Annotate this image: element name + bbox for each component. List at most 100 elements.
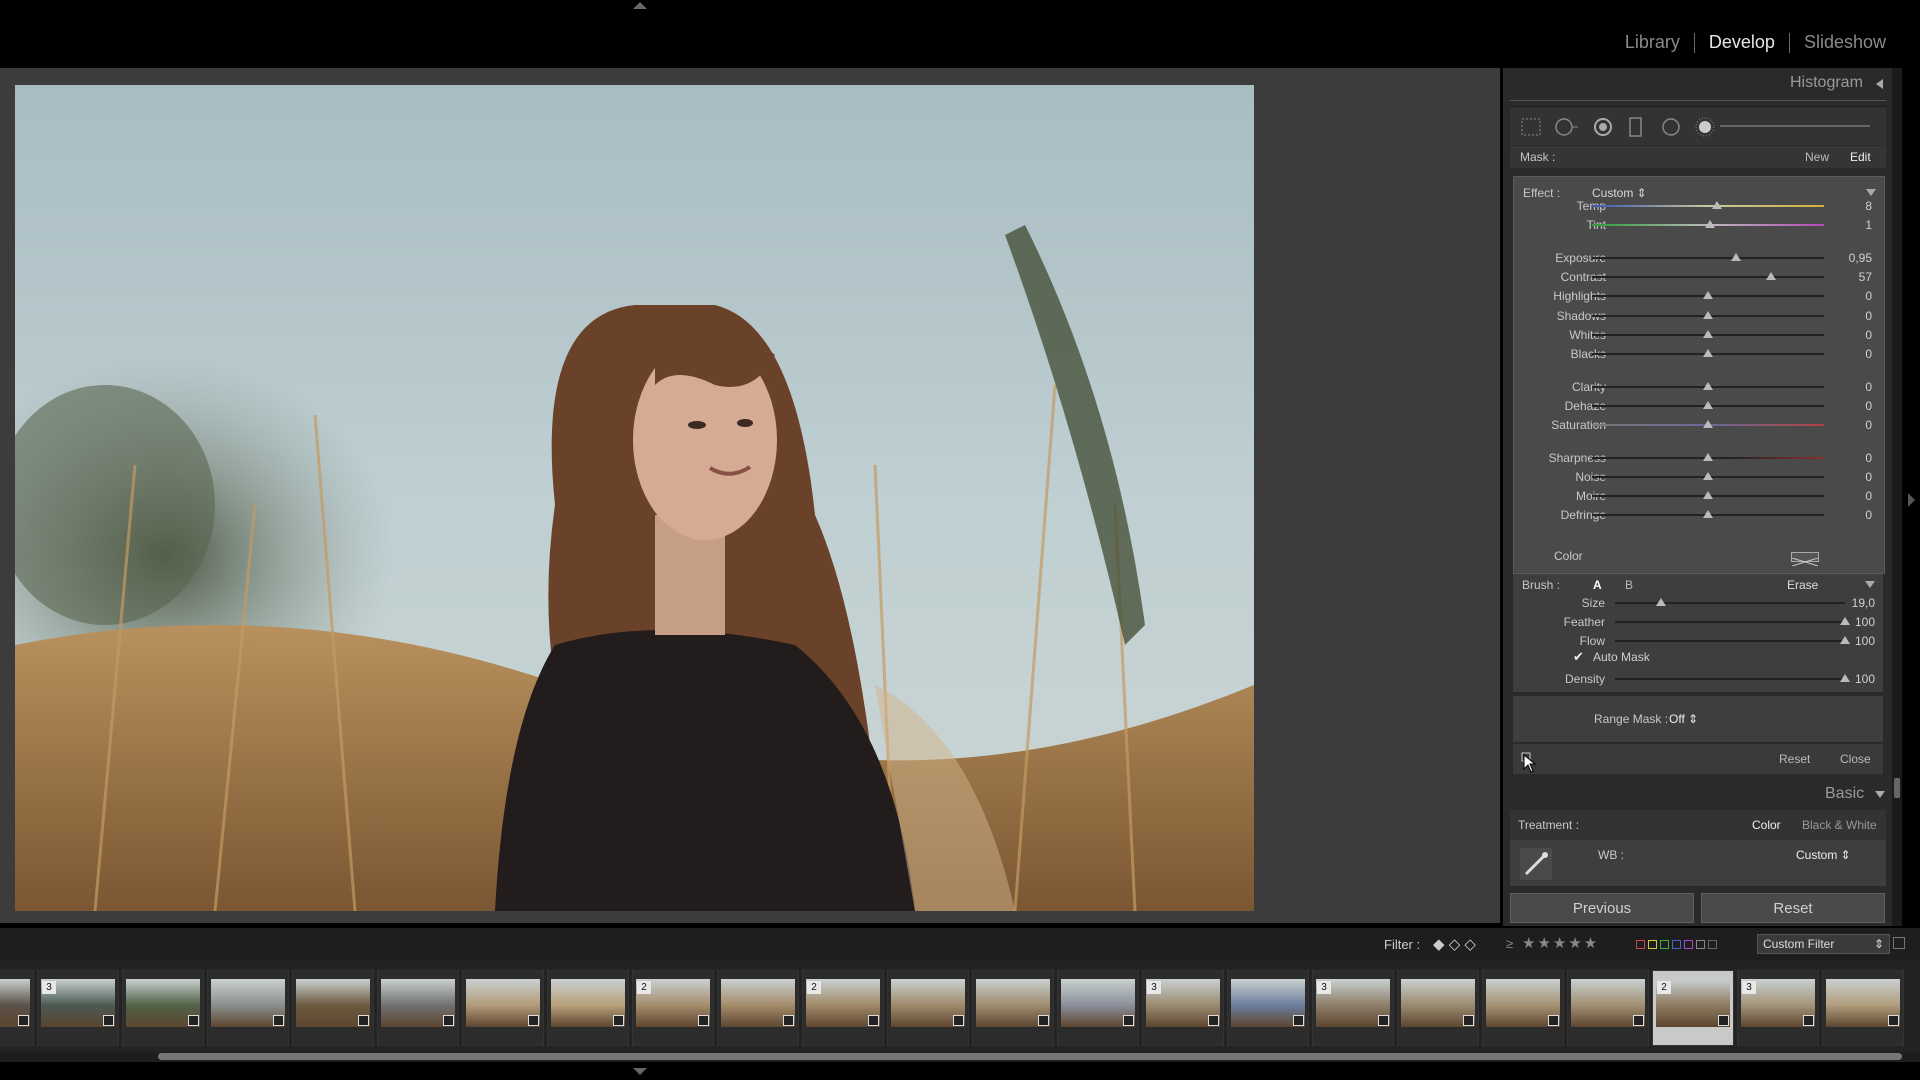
filmstrip-scrollbar-thumb[interactable] <box>158 1053 1902 1060</box>
stack-count-badge[interactable]: 3 <box>1742 981 1756 994</box>
effect-slider-thumb[interactable] <box>1712 201 1723 209</box>
basic-panel-header[interactable]: Basic <box>1510 780 1886 810</box>
mask-new-button[interactable]: New <box>1805 150 1829 164</box>
effect-slider-thumb[interactable] <box>1730 253 1741 261</box>
adjustment-brush-tool-icon[interactable] <box>1694 117 1716 137</box>
effect-slider-thumb[interactable] <box>1703 401 1713 409</box>
stack-count-badge[interactable]: 2 <box>1657 981 1671 994</box>
flag-filter-icons[interactable]: ◆ ◇ ◇ <box>1433 935 1476 953</box>
rating-operator[interactable]: ≥ <box>1506 936 1513 951</box>
reset-button[interactable]: Reset <box>1701 893 1885 923</box>
brush-panel-collapse-icon[interactable] <box>1865 581 1875 588</box>
effect-panel-collapse-icon[interactable] <box>1866 189 1876 196</box>
filmstrip-thumbnail[interactable] <box>1057 970 1139 1046</box>
effect-slider-track[interactable] <box>1592 205 1824 207</box>
photo[interactable] <box>15 85 1254 911</box>
eyedropper-icon[interactable] <box>1520 848 1552 880</box>
module-library[interactable]: Library <box>1611 32 1694 53</box>
spot-removal-tool-icon[interactable] <box>1554 117 1580 137</box>
star-rating-filter-icons[interactable]: ★★★★★ <box>1522 934 1599 952</box>
effect-slider-value[interactable]: 0 <box>1832 418 1872 432</box>
effect-slider-value[interactable]: 0 <box>1832 451 1872 465</box>
effect-slider-thumb[interactable] <box>1703 453 1713 461</box>
filmstrip-thumbnail[interactable] <box>1822 970 1904 1046</box>
histogram-collapse-icon[interactable] <box>1876 79 1883 89</box>
effect-slider-value[interactable]: 0 <box>1832 470 1872 484</box>
effect-slider-thumb[interactable] <box>1703 472 1713 480</box>
module-slideshow[interactable]: Slideshow <box>1790 32 1900 53</box>
effect-slider-thumb[interactable] <box>1703 510 1713 518</box>
stack-count-badge[interactable]: 3 <box>1317 981 1331 994</box>
filmstrip-thumbnail[interactable] <box>972 970 1054 1046</box>
filmstrip-thumbnail[interactable] <box>207 970 289 1046</box>
right-panel-toggle-icon[interactable] <box>1908 493 1915 507</box>
red-eye-tool-icon[interactable] <box>1592 117 1614 137</box>
effect-slider-value[interactable]: 0 <box>1832 508 1872 522</box>
brush-slider-track[interactable] <box>1615 621 1845 623</box>
basic-collapse-icon[interactable] <box>1875 791 1885 798</box>
stack-count-badge[interactable]: 3 <box>42 981 56 994</box>
filmstrip-thumbnail[interactable]: 3 <box>1312 970 1394 1046</box>
gray-label-icon[interactable] <box>1696 940 1705 949</box>
filmstrip-thumbnail[interactable] <box>1567 970 1649 1046</box>
mask-reset-button[interactable]: Reset <box>1779 752 1810 766</box>
bottom-panel-toggle-icon[interactable] <box>633 1068 647 1075</box>
effect-slider-thumb[interactable] <box>1703 420 1713 428</box>
filmstrip-thumbnail[interactable]: 3 <box>37 970 119 1046</box>
density-value[interactable]: 100 <box>1835 672 1875 686</box>
effect-slider-value[interactable]: 0 <box>1832 289 1872 303</box>
effect-slider-value[interactable]: 0 <box>1832 347 1872 361</box>
no-label-icon[interactable] <box>1708 940 1717 949</box>
module-develop[interactable]: Develop <box>1695 32 1789 53</box>
filter-lock-icon[interactable] <box>1893 937 1905 949</box>
filmstrip-thumbnail[interactable]: 3 <box>1142 970 1224 1046</box>
red-label-icon[interactable] <box>1636 940 1645 949</box>
brush-slider-track[interactable] <box>1615 602 1845 604</box>
crop-tool-icon[interactable] <box>1520 117 1542 137</box>
custom-filter-select[interactable]: Custom Filter ⇕ <box>1757 934 1890 954</box>
stack-count-badge[interactable]: 2 <box>807 981 821 994</box>
filmstrip-thumbnail[interactable] <box>122 970 204 1046</box>
filmstrip-thumbnail[interactable] <box>1482 970 1564 1046</box>
filmstrip-thumbnail[interactable]: 2 <box>802 970 884 1046</box>
color-label-filter[interactable] <box>1636 940 1717 949</box>
brush-slider-value[interactable]: 100 <box>1835 634 1875 648</box>
filmstrip-thumbnail[interactable] <box>1397 970 1479 1046</box>
brush-slider-value[interactable]: 100 <box>1835 615 1875 629</box>
effect-slider-thumb[interactable] <box>1703 291 1713 299</box>
yellow-label-icon[interactable] <box>1648 940 1657 949</box>
treatment-bw-button[interactable]: Black & White <box>1802 818 1877 832</box>
effect-slider-value[interactable]: 0 <box>1832 380 1872 394</box>
effect-slider-value[interactable]: 0,95 <box>1832 251 1872 265</box>
effect-slider-value[interactable]: 0 <box>1832 328 1872 342</box>
tool-overlay-slider[interactable] <box>1720 125 1870 127</box>
effect-preset-select[interactable]: Custom ⇕ <box>1592 186 1647 200</box>
effect-slider-value[interactable]: 0 <box>1832 309 1872 323</box>
effect-slider-thumb[interactable] <box>1703 311 1713 319</box>
effect-slider-thumb[interactable] <box>1703 491 1713 499</box>
effect-slider-value[interactable]: 57 <box>1832 270 1872 284</box>
mask-edit-button[interactable]: Edit <box>1850 150 1871 164</box>
brush-b-button[interactable]: B <box>1625 578 1633 592</box>
effect-slider-thumb[interactable] <box>1765 272 1776 280</box>
wb-select[interactable]: Custom ⇕ <box>1796 848 1851 862</box>
blue-label-icon[interactable] <box>1672 940 1681 949</box>
top-panel-toggle-icon[interactable] <box>633 2 647 9</box>
stack-count-badge[interactable]: 3 <box>1147 981 1161 994</box>
effect-slider-track[interactable] <box>1592 257 1824 259</box>
effect-slider-track[interactable] <box>1592 276 1824 278</box>
filmstrip-thumbnail[interactable]: 2 <box>1652 970 1734 1046</box>
brush-slider-value[interactable]: 19,0 <box>1835 596 1875 610</box>
filmstrip-thumbnail[interactable] <box>377 970 459 1046</box>
graduated-filter-tool-icon[interactable] <box>1628 117 1644 137</box>
green-label-icon[interactable] <box>1660 940 1669 949</box>
filmstrip-thumbnail[interactable]: 2 <box>632 970 714 1046</box>
filmstrip-thumbnail[interactable] <box>717 970 799 1046</box>
filmstrip-thumbnail[interactable] <box>0 970 34 1046</box>
effect-slider-thumb[interactable] <box>1703 349 1713 357</box>
range-mask-select[interactable]: Off ⇕ <box>1669 712 1698 726</box>
histogram-header[interactable]: Histogram <box>1790 74 1863 92</box>
brush-erase-button[interactable]: Erase <box>1787 578 1818 592</box>
filmstrip-thumbnail[interactable] <box>292 970 374 1046</box>
effect-slider-value[interactable]: 0 <box>1832 399 1872 413</box>
